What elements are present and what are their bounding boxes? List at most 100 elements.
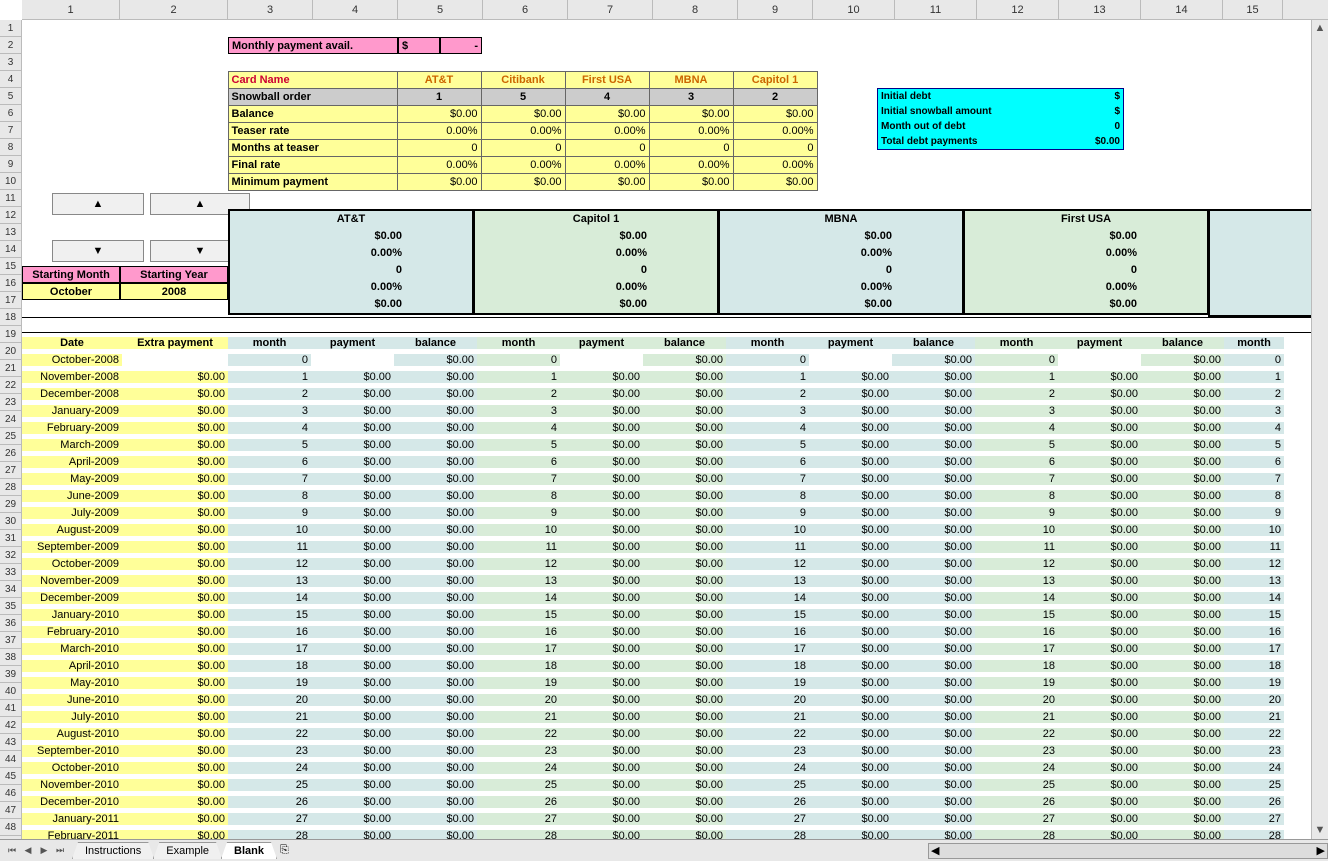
cell[interactable]: 16 <box>1224 626 1284 638</box>
schedule-row[interactable]: November-2008$0.001$0.00$0.001$0.00$0.00… <box>22 368 1284 385</box>
cell[interactable]: $0.00 <box>643 371 726 383</box>
cell[interactable]: $0.00 <box>560 762 643 774</box>
cell[interactable]: 18 <box>228 660 311 672</box>
schedule-row[interactable]: June-2009$0.008$0.00$0.008$0.00$0.008$0.… <box>22 487 1284 504</box>
cell[interactable]: $0.00 <box>394 745 477 757</box>
cell[interactable]: $0.00 <box>1058 779 1141 791</box>
cell[interactable]: February-2009 <box>22 422 122 434</box>
cell[interactable]: $0.00 <box>122 422 228 434</box>
cell[interactable]: 23 <box>726 745 809 757</box>
cell[interactable]: $0.00 <box>892 762 975 774</box>
cell[interactable]: $0.00 <box>643 830 726 840</box>
cell[interactable]: $0.00 <box>1141 507 1224 519</box>
row-header-17[interactable]: 17 <box>0 292 21 309</box>
cell[interactable]: 12 <box>1224 558 1284 570</box>
cell[interactable]: $0.00 <box>1058 456 1141 468</box>
cell[interactable]: $0.00 <box>311 626 394 638</box>
cell[interactable]: $0.00 <box>311 711 394 723</box>
cell[interactable]: 26 <box>726 796 809 808</box>
cell[interactable]: 14 <box>726 592 809 604</box>
row-header-9[interactable]: 9 <box>0 156 21 173</box>
cell[interactable]: $0.00 <box>560 439 643 451</box>
cell[interactable]: 13 <box>228 575 311 587</box>
schedule-row[interactable]: September-2010$0.0023$0.00$0.0023$0.00$0… <box>22 742 1284 759</box>
card-cell[interactable]: 0 <box>733 139 818 157</box>
cell[interactable]: $0.00 <box>1058 592 1141 604</box>
cell[interactable]: 15 <box>726 609 809 621</box>
cell[interactable]: April-2010 <box>22 660 122 672</box>
cell[interactable]: 10 <box>1224 524 1284 536</box>
cell[interactable]: $0.00 <box>892 694 975 706</box>
cell[interactable]: 19 <box>726 677 809 689</box>
cell[interactable]: $0.00 <box>1058 643 1141 655</box>
cell[interactable]: 3 <box>228 405 311 417</box>
cell[interactable]: $0.00 <box>122 830 228 840</box>
card-cell[interactable]: 4 <box>565 88 650 106</box>
cell[interactable]: February-2011 <box>22 830 122 840</box>
cell[interactable]: $0.00 <box>311 779 394 791</box>
col-header-14[interactable]: 14 <box>1141 0 1223 19</box>
cell[interactable]: December-2008 <box>22 388 122 400</box>
cell[interactable]: 13 <box>726 575 809 587</box>
cell[interactable]: $0.00 <box>643 422 726 434</box>
col-header-5[interactable]: 5 <box>398 0 483 19</box>
cell[interactable]: 21 <box>1224 711 1284 723</box>
schedule-row[interactable]: January-2011$0.0027$0.00$0.0027$0.00$0.0… <box>22 810 1284 827</box>
cell[interactable]: 25 <box>228 779 311 791</box>
schedule-row[interactable]: December-2008$0.002$0.00$0.002$0.00$0.00… <box>22 385 1284 402</box>
col-header-9[interactable]: 9 <box>738 0 813 19</box>
cell[interactable]: 8 <box>726 490 809 502</box>
cell[interactable]: $0.00 <box>1141 575 1224 587</box>
cell[interactable]: 7 <box>726 473 809 485</box>
cell[interactable]: $0.00 <box>311 575 394 587</box>
cell[interactable]: 26 <box>477 796 560 808</box>
cell[interactable]: $0.00 <box>1141 439 1224 451</box>
cell[interactable]: $0.00 <box>1058 388 1141 400</box>
cell[interactable]: 5 <box>726 439 809 451</box>
cell[interactable]: 2 <box>228 388 311 400</box>
cell[interactable]: $0.00 <box>809 626 892 638</box>
cell[interactable]: $0.00 <box>311 694 394 706</box>
cell[interactable]: $0.00 <box>560 694 643 706</box>
cell[interactable]: 4 <box>228 422 311 434</box>
cell[interactable]: 14 <box>1224 592 1284 604</box>
scroll-down-button[interactable]: ▼ <box>1312 822 1328 839</box>
cell[interactable]: 22 <box>228 728 311 740</box>
row-header-48[interactable]: 48 <box>0 819 21 836</box>
cell[interactable]: $0.00 <box>311 473 394 485</box>
cell[interactable]: $0.00 <box>122 796 228 808</box>
card-cell[interactable]: $0.00 <box>649 105 734 123</box>
cell[interactable]: 1 <box>228 371 311 383</box>
cell[interactable]: 4 <box>1224 422 1284 434</box>
cell[interactable]: 7 <box>1224 473 1284 485</box>
cell[interactable]: August-2010 <box>22 728 122 740</box>
cell[interactable]: 17 <box>975 643 1058 655</box>
cell[interactable]: 27 <box>1224 813 1284 825</box>
cell[interactable]: December-2010 <box>22 796 122 808</box>
cell[interactable]: 7 <box>228 473 311 485</box>
cell[interactable]: $0.00 <box>394 694 477 706</box>
cell[interactable]: $0.00 <box>1058 439 1141 451</box>
cell[interactable]: 24 <box>726 762 809 774</box>
cell[interactable]: $0.00 <box>1141 677 1224 689</box>
cell[interactable]: 6 <box>1224 456 1284 468</box>
cell[interactable]: $0.00 <box>311 745 394 757</box>
cell[interactable]: $0.00 <box>1058 830 1141 840</box>
cell[interactable]: $0.00 <box>1141 422 1224 434</box>
cell[interactable]: $0.00 <box>809 609 892 621</box>
cell[interactable]: May-2009 <box>22 473 122 485</box>
cell[interactable]: $0.00 <box>1141 490 1224 502</box>
schedule-row[interactable]: October-20080$0.000$0.000$0.000$0.000 <box>22 351 1284 368</box>
cell[interactable]: $0.00 <box>560 490 643 502</box>
cell[interactable]: $0.00 <box>892 575 975 587</box>
cell[interactable]: 26 <box>228 796 311 808</box>
row-header-7[interactable]: 7 <box>0 122 21 139</box>
cell[interactable]: $0.00 <box>122 745 228 757</box>
schedule-row[interactable]: February-2011$0.0028$0.00$0.0028$0.00$0.… <box>22 827 1284 839</box>
cell[interactable]: $0.00 <box>643 473 726 485</box>
cell[interactable]: $0.00 <box>394 643 477 655</box>
col-header-10[interactable]: 10 <box>813 0 895 19</box>
cell[interactable]: 21 <box>726 711 809 723</box>
cell[interactable]: 12 <box>726 558 809 570</box>
cell[interactable]: $0.00 <box>122 575 228 587</box>
